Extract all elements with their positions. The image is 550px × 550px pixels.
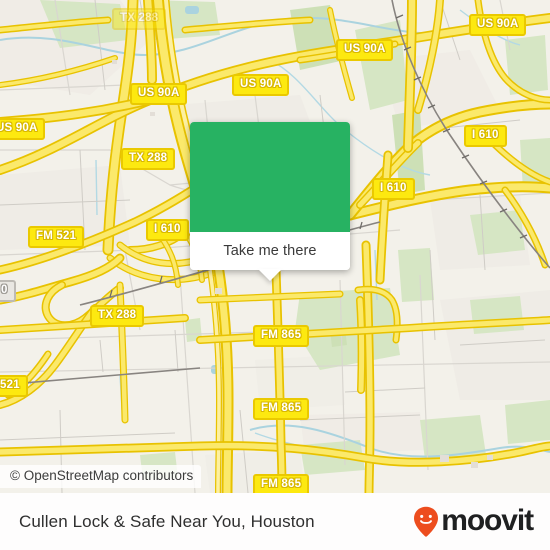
road-shield: TX 288: [90, 305, 145, 327]
road-shield: I 610: [146, 219, 189, 241]
road-shield: 0: [0, 280, 16, 302]
road-shield: US 90A: [232, 74, 290, 96]
road-shield: TX 288: [112, 8, 167, 30]
moovit-logo[interactable]: moovit: [413, 493, 534, 550]
road-shield: US 90A: [469, 14, 527, 36]
moovit-pin-icon: [414, 506, 439, 537]
take-me-there-button[interactable]: Take me there: [190, 232, 350, 270]
popup-pointer-tail: [258, 269, 282, 281]
road-shield: US 90A: [0, 118, 46, 140]
map-popup-card[interactable]: Take me there: [190, 122, 350, 281]
take-me-there-label: Take me there: [223, 243, 317, 259]
road-shield: FM 521: [28, 226, 85, 248]
place-caption-text: Cullen Lock & Safe Near You, Houston: [19, 511, 315, 531]
road-shield: US 90A: [130, 83, 188, 105]
moovit-map-screenshot: .land{fill:#f3f1ea;} .urban{fill:#ece7e2…: [0, 0, 550, 550]
popup-image-placeholder: [190, 122, 350, 232]
map-attribution[interactable]: © OpenStreetMap contributors: [0, 465, 202, 488]
road-shield: FM 865: [253, 325, 310, 347]
road-shield: TX 288: [121, 148, 176, 170]
place-caption: Cullen Lock & Safe Near You, Houston: [19, 493, 315, 550]
road-shield: FM 865: [253, 474, 310, 493]
road-shield: FM 865: [253, 398, 310, 420]
road-shield: I 610: [372, 178, 415, 200]
road-shield: I 610: [464, 125, 507, 147]
moovit-wordmark: moovit: [441, 503, 534, 537]
road-shield: US 90A: [336, 39, 394, 61]
road-shield: 521: [0, 375, 28, 397]
map-canvas[interactable]: .land{fill:#f3f1ea;} .urban{fill:#ece7e2…: [0, 0, 550, 493]
bottom-title-bar: Cullen Lock & Safe Near You, Houston moo…: [0, 493, 550, 550]
